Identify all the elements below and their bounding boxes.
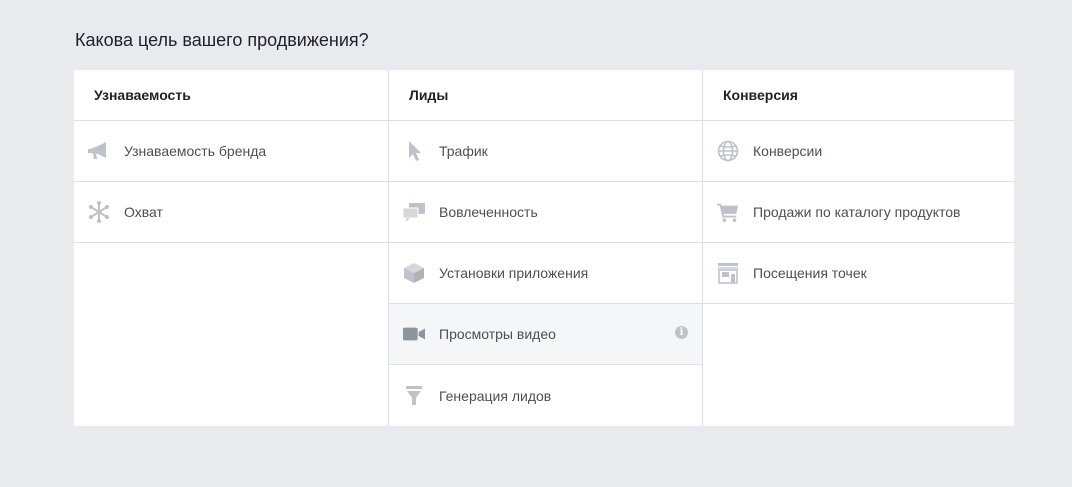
page-question: Какова цель вашего продвижения? bbox=[75, 30, 369, 50]
objective-label: Охват bbox=[124, 204, 163, 220]
objective-label: Просмотры видео bbox=[439, 326, 556, 342]
objective-label: Конверсии bbox=[753, 143, 823, 159]
video-camera-icon bbox=[403, 323, 425, 345]
reach-icon bbox=[88, 201, 110, 223]
column-header-conversion: Конверсия bbox=[703, 70, 1014, 121]
store-icon bbox=[717, 262, 739, 284]
objective-video-views[interactable]: Просмотры видео i bbox=[389, 304, 702, 365]
column-header-leads: Лиды bbox=[389, 70, 702, 121]
info-icon[interactable]: i bbox=[675, 326, 688, 339]
objective-traffic[interactable]: Трафик bbox=[389, 121, 702, 182]
shopping-cart-icon bbox=[717, 201, 739, 223]
objective-label: Генерация лидов bbox=[439, 387, 552, 404]
objective-grid: Узнаваемость Узнаваемость бренда Охват Л… bbox=[74, 70, 1014, 426]
column-conversion: Конверсия Конверсии Продажи по каталогу … bbox=[702, 70, 1014, 426]
cursor-icon bbox=[403, 140, 425, 162]
objective-brand-awareness[interactable]: Узнаваемость бренда bbox=[74, 121, 388, 182]
megaphone-icon bbox=[88, 140, 110, 162]
objective-store-visits[interactable]: Посещения точек bbox=[703, 243, 1014, 304]
objective-label: Посещения точек bbox=[753, 265, 867, 281]
objective-reach[interactable]: Охват bbox=[74, 182, 388, 243]
objective-app-installs[interactable]: Установки приложения bbox=[389, 243, 702, 304]
objective-conversions[interactable]: Конверсии bbox=[703, 121, 1014, 182]
box-icon bbox=[403, 262, 425, 284]
objective-catalog-sales[interactable]: Продажи по каталогу продуктов bbox=[703, 182, 1014, 243]
objective-lead-generation[interactable]: Генерация лидов bbox=[389, 365, 702, 426]
column-header-awareness: Узнаваемость bbox=[74, 70, 388, 121]
objective-label: Установки приложения bbox=[439, 265, 589, 281]
column-leads: Лиды Трафик Вовлеченность Установки прил… bbox=[388, 70, 702, 426]
objective-label: Продажи по каталогу продуктов bbox=[753, 204, 961, 220]
objective-label: Узнаваемость бренда bbox=[124, 143, 267, 159]
objective-label: Трафик bbox=[439, 143, 488, 159]
column-awareness: Узнаваемость Узнаваемость бренда Охват bbox=[74, 70, 388, 426]
chat-bubbles-icon bbox=[403, 201, 425, 223]
funnel-icon bbox=[403, 385, 425, 407]
objective-engagement[interactable]: Вовлеченность bbox=[389, 182, 702, 243]
globe-icon bbox=[717, 140, 739, 162]
objective-label: Вовлеченность bbox=[439, 204, 538, 220]
